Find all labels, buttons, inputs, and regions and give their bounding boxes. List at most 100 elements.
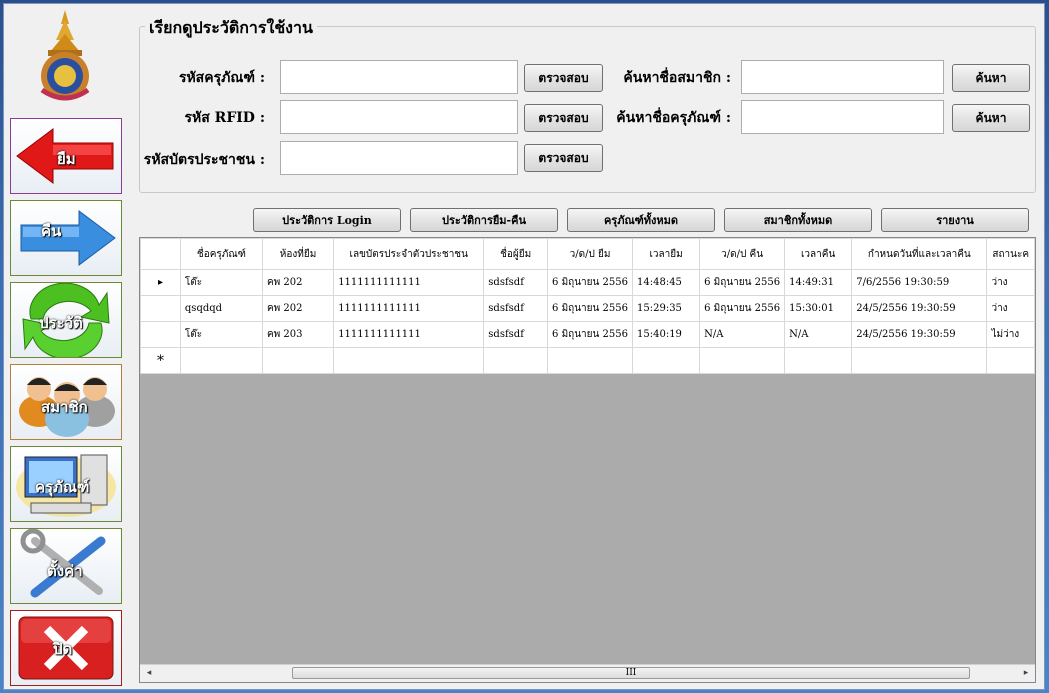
- table-cell[interactable]: sdsfsdf: [483, 269, 549, 296]
- table-cell[interactable]: 15:40:19: [631, 321, 701, 348]
- table-cell[interactable]: 1111111111111: [333, 269, 485, 296]
- table-cell[interactable]: 7/6/2556 19:30:59: [851, 269, 988, 296]
- table-cell[interactable]: 6 มิถุนายน 2556: [699, 269, 786, 296]
- sidebar: ยืม คืน ประวัติ สมาชิก ครุภัณฑ์ ตั้งค่า …: [4, 4, 132, 689]
- history-grid[interactable]: ชื่อครุภัณฑ์ ห้องที่ยืม เลขบัตรประจำตัวป…: [139, 237, 1036, 683]
- column-header[interactable]: ชื่อผู้ยืม: [483, 238, 549, 270]
- table-cell[interactable]: 1111111111111: [333, 321, 485, 348]
- table-cell[interactable]: 6 มิถุนายน 2556: [547, 321, 633, 348]
- table-cell[interactable]: [261, 347, 335, 374]
- column-header[interactable]: สถานะค: [986, 238, 1035, 270]
- table-cell[interactable]: 14:49:31: [784, 269, 853, 296]
- table-row[interactable]: ▸ โต๊ะ คพ 202 1111111111111 sdsfsdf 6 มิ…: [140, 269, 1035, 296]
- new-row[interactable]: *: [140, 347, 1035, 374]
- search-member-input[interactable]: [741, 60, 944, 94]
- table-cell[interactable]: 24/5/2556 19:30:59: [851, 295, 988, 322]
- table-cell[interactable]: 24/5/2556 19:30:59: [851, 321, 988, 348]
- table-cell[interactable]: ว่าง: [986, 269, 1035, 296]
- sidebar-item-members[interactable]: สมาชิก: [10, 364, 122, 440]
- sidebar-item-label: ครุภัณฑ์: [35, 478, 90, 496]
- scroll-right-icon[interactable]: ▸: [1020, 667, 1032, 679]
- university-logo: [32, 10, 98, 104]
- table-cell[interactable]: โต๊ะ: [179, 269, 263, 296]
- check-equipment-code-button[interactable]: ตรวจสอบ: [524, 64, 603, 92]
- table-cell[interactable]: [699, 347, 786, 374]
- tab-report[interactable]: รายงาน: [881, 208, 1029, 232]
- column-header[interactable]: ห้องที่ยืม: [261, 238, 335, 270]
- check-citizen-id-button[interactable]: ตรวจสอบ: [524, 144, 603, 172]
- table-cell[interactable]: คพ 202: [261, 269, 335, 296]
- row-header: [140, 295, 181, 322]
- table-cell[interactable]: โต๊ะ: [179, 321, 263, 348]
- table-row[interactable]: โต๊ะ คพ 203 1111111111111 sdsfsdf 6 มิถุ…: [140, 321, 1035, 348]
- table-cell[interactable]: 15:29:35: [631, 295, 701, 322]
- equipment-code-label: รหัสครุภัณฑ์ :: [178, 70, 265, 86]
- tab-all-members[interactable]: สมาชิกทั้งหมด: [724, 208, 872, 232]
- search-member-label: ค้นหาชื่อสมาชิก :: [623, 70, 731, 86]
- table-cell[interactable]: [179, 347, 263, 374]
- table-cell[interactable]: 6 มิถุนายน 2556: [547, 269, 633, 296]
- column-header[interactable]: เลขบัตรประจำตัวประชาชน: [333, 238, 485, 270]
- table-cell[interactable]: ไม่ว่าง: [986, 321, 1035, 348]
- table-cell[interactable]: [784, 347, 853, 374]
- table-cell[interactable]: N/A: [699, 321, 786, 348]
- sidebar-item-label: สมาชิก: [41, 398, 88, 416]
- table-cell[interactable]: [631, 347, 701, 374]
- table-cell[interactable]: 15:30:01: [784, 295, 853, 322]
- table-row[interactable]: qsqdqd คพ 202 1111111111111 sdsfsdf 6 มิ…: [140, 295, 1035, 322]
- table-cell[interactable]: 6 มิถุนายน 2556: [699, 295, 786, 322]
- table-cell[interactable]: 14:48:45: [631, 269, 701, 296]
- table-cell[interactable]: คพ 203: [261, 321, 335, 348]
- rfid-label: รหัส RFID :: [184, 110, 265, 126]
- sidebar-item-label: ตั้งค่า: [47, 562, 83, 580]
- sidebar-item-settings[interactable]: ตั้งค่า: [10, 528, 122, 604]
- sidebar-item-history[interactable]: ประวัติ: [10, 282, 122, 358]
- scroll-left-icon[interactable]: ◂: [143, 667, 155, 679]
- table-cell[interactable]: qsqdqd: [179, 295, 263, 322]
- search-equipment-input[interactable]: [741, 100, 944, 134]
- table-cell[interactable]: คพ 202: [261, 295, 335, 322]
- rfid-input[interactable]: [280, 100, 518, 134]
- check-rfid-button[interactable]: ตรวจสอบ: [524, 104, 603, 132]
- table-cell[interactable]: ว่าง: [986, 295, 1035, 322]
- table-cell[interactable]: [333, 347, 485, 374]
- table-cell[interactable]: [851, 347, 988, 374]
- table-cell[interactable]: sdsfsdf: [483, 321, 549, 348]
- tab-all-equipment[interactable]: ครุภัณฑ์ทั้งหมด: [567, 208, 715, 232]
- equipment-code-input[interactable]: [280, 60, 518, 94]
- table-cell[interactable]: N/A: [784, 321, 853, 348]
- table-cell[interactable]: [547, 347, 633, 374]
- column-header[interactable]: เวลายืม: [631, 238, 701, 270]
- column-header[interactable]: ว/ด/ป คืน: [699, 238, 786, 270]
- column-header[interactable]: เวลาคืน: [784, 238, 853, 270]
- new-row-marker: *: [140, 347, 181, 374]
- sidebar-item-return[interactable]: คืน: [10, 200, 122, 276]
- app-window: ยืม คืน ประวัติ สมาชิก ครุภัณฑ์ ตั้งค่า …: [3, 3, 1045, 690]
- search-equipment-label: ค้นหาชื่อครุภัณฑ์ :: [616, 110, 731, 126]
- current-row-marker: ▸: [140, 269, 181, 296]
- column-header[interactable]: กำหนดวันที่และเวลาคืน: [851, 238, 988, 270]
- page-title: เรียกดูประวัติการใช้งาน: [145, 16, 317, 41]
- column-header[interactable]: ว/ด/ป ยืม: [547, 238, 633, 270]
- sidebar-item-label: คืน: [41, 222, 62, 240]
- arrow-right-icon: [20, 210, 116, 266]
- sidebar-item-label: ปิด: [53, 640, 73, 658]
- table-cell[interactable]: [483, 347, 549, 374]
- search-member-button[interactable]: ค้นหา: [952, 64, 1030, 92]
- history-table: ชื่อครุภัณฑ์ ห้องที่ยืม เลขบัตรประจำตัวป…: [140, 238, 1035, 374]
- horizontal-scrollbar[interactable]: ◂ III ▸: [140, 664, 1035, 682]
- citizen-id-input[interactable]: [280, 141, 518, 175]
- column-header[interactable]: ชื่อครุภัณฑ์: [179, 238, 263, 270]
- citizen-id-label: รหัสบัตรประชาชน :: [143, 152, 265, 168]
- table-cell[interactable]: [986, 347, 1035, 374]
- sidebar-item-borrow[interactable]: ยืม: [10, 118, 122, 194]
- table-cell[interactable]: sdsfsdf: [483, 295, 549, 322]
- scrollbar-thumb[interactable]: III: [292, 667, 970, 679]
- search-equipment-button[interactable]: ค้นหา: [952, 104, 1030, 132]
- table-cell[interactable]: 6 มิถุนายน 2556: [547, 295, 633, 322]
- sidebar-item-equipment[interactable]: ครุภัณฑ์: [10, 446, 122, 522]
- tab-login-history[interactable]: ประวัติการ Login: [253, 208, 401, 232]
- sidebar-item-close[interactable]: ปิด: [10, 610, 122, 686]
- tab-borrow-return-history[interactable]: ประวัติการยืม-คืน: [410, 208, 558, 232]
- table-cell[interactable]: 1111111111111: [333, 295, 485, 322]
